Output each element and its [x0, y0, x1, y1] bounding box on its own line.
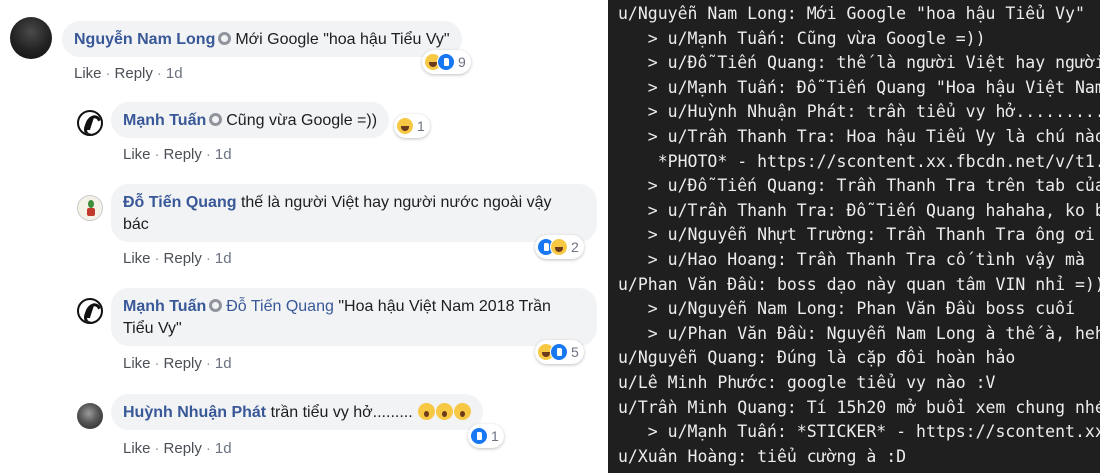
terminal-line: > u/Đỗ Tiến Quang: thế là người Việt hay… [647, 53, 1100, 73]
like-link[interactable]: Like [123, 355, 151, 372]
like-reaction-icon [437, 53, 455, 71]
reply-link[interactable]: Reply [115, 65, 153, 82]
comment-text: Cũng vừa Google =)) [226, 112, 378, 129]
avatar[interactable] [77, 298, 103, 324]
terminal-line: > u/Hao Hoang: Trần Thanh Tra cố tình vậ… [618, 250, 1085, 269]
reply-link[interactable]: Reply [164, 250, 202, 267]
terminal-line: u/Nguyễn Nam Long: Mới Google "hoa hậu T… [618, 4, 1085, 23]
reaction-count: 2 [571, 239, 579, 255]
comment-text: thế là người Việt hay người nước ngoài v… [240, 194, 552, 211]
comment-text-continued: Tiểu Vy" [123, 320, 182, 337]
comment-time[interactable]: 1d [215, 355, 232, 372]
comment-author[interactable]: Huỳnh Nhuận Phát [123, 404, 266, 421]
terminal-line: > u/Trần Thanh Tra: Đỗ Tiến Quang hahaha… [618, 200, 1100, 220]
terminal-line: > u/Mạnh Tuấn: *STICKER* - https://scont… [618, 422, 1100, 442]
terminal-line: u/Trần Minh Quang: Tí 15h20 mở buổi xem … [618, 397, 1100, 417]
reaction-summary[interactable]: 5 [535, 340, 584, 364]
comment-time[interactable]: 1d [215, 146, 232, 163]
terminal-line: > u/Phan Văn Đầu: Nguyễn Nam Long à thế … [618, 323, 1100, 343]
terminal-line: > u/Nguyễn Nhựt Trường: Trần Thanh Tra ô… [618, 225, 1095, 245]
haha-reaction-icon [396, 117, 414, 135]
terminal-line: *PHOTO* - https://scontent.xx.fbcdn.net/… [618, 151, 1100, 171]
haha-reaction-icon [550, 238, 568, 256]
comment-time[interactable]: 1d [215, 440, 232, 457]
comment-author[interactable]: Mạnh Tuấn [123, 112, 206, 129]
reaction-summary[interactable]: 1 [394, 114, 430, 138]
avatar[interactable] [77, 403, 103, 429]
comment-actions: Like · Reply · 1d [123, 355, 232, 372]
comment-bubble: Nguyễn Nam Long Mới Google "hoa hậu Tiểu … [62, 21, 462, 57]
reaction-count: 1 [491, 428, 499, 444]
avatar[interactable] [77, 110, 103, 136]
reply-link[interactable]: Reply [164, 355, 202, 372]
terminal-panel: u/Nguyễn Nam Long: Mới Google "hoa hậu T… [608, 0, 1100, 473]
avatar[interactable] [10, 17, 52, 59]
comment-bubble: Mạnh Tuấn Cũng vừa Google =)) [111, 102, 390, 138]
like-link[interactable]: Like [74, 65, 102, 82]
comment-bubble: Mạnh Tuấn Đỗ Tiến Quang "Hoa hậu Việt Nam… [111, 288, 597, 346]
terminal-line: u/Nguyễn Quang: Đúng là cặp đôi hoàn hảo [618, 348, 1016, 368]
like-link[interactable]: Like [123, 146, 151, 163]
terminal-line: > u/Nguyễn Nam Long: Phan Văn Đầu boss c… [618, 299, 1075, 319]
reaction-count: 5 [571, 344, 579, 360]
comment-thread: Nguyễn Nam Long Mới Google "hoa hậu Tiểu … [0, 0, 608, 473]
comment-author[interactable]: Đỗ Tiến Quang [123, 194, 236, 211]
reaction-summary[interactable]: 9 [422, 50, 471, 74]
wow-emoji-icon [436, 403, 454, 420]
top-fan-badge-icon [218, 32, 232, 45]
comment-text-continued: bác [123, 216, 149, 233]
terminal-line: > u/Mạnh Tuấn: Đỗ Tiến Quang "Hoa hậu Vi… [647, 77, 1100, 97]
terminal-line: u/Lê Minh Phước: google tiểu vy nào :V [618, 373, 996, 392]
comment-text: Mới Google "hoa hậu Tiểu Vy" [235, 31, 450, 48]
reaction-count: 1 [417, 118, 425, 134]
comment-actions: Like · Reply · 1d [123, 146, 232, 163]
reaction-summary[interactable]: 1 [468, 424, 504, 448]
comment-time[interactable]: 1d [215, 250, 232, 267]
top-fan-badge-icon [209, 299, 223, 312]
comment-actions: Like · Reply · 1d [123, 440, 232, 457]
terminal-line: u/Phan Văn Đầu: boss dạo này quan tâm VI… [618, 274, 1100, 294]
wow-emoji-icon [418, 403, 436, 420]
reply-link[interactable]: Reply [164, 440, 202, 457]
terminal-line: > u/Huỳnh Nhuận Phát: trần tiểu vy hở...… [618, 102, 1100, 122]
reaction-summary[interactable]: 2 [535, 235, 584, 259]
comment-actions: Like · Reply · 1d [74, 65, 183, 82]
terminal-line: > u/Mạnh Tuấn: Cũng vừa Google =)) [618, 28, 986, 48]
comment-author[interactable]: Nguyễn Nam Long [74, 31, 215, 48]
comment-text: trần tiểu vy hở......... [270, 404, 413, 421]
comment-author[interactable]: Mạnh Tuấn [123, 298, 206, 315]
comment-actions: Like · Reply · 1d [123, 250, 232, 267]
comment-bubble: Huỳnh Nhuận Phát trần tiểu vy hở........… [111, 394, 484, 430]
like-link[interactable]: Like [123, 440, 151, 457]
wow-emoji-icon [454, 403, 472, 420]
avatar[interactable] [77, 195, 103, 221]
terminal-line: u/Xuân Hoàng: tiểu cường à :D [618, 446, 907, 466]
comment-time[interactable]: 1d [166, 65, 183, 82]
like-link[interactable]: Like [123, 250, 151, 267]
reaction-count: 9 [458, 54, 466, 70]
top-fan-badge-icon [209, 113, 223, 126]
like-reaction-icon [470, 427, 488, 445]
reply-link[interactable]: Reply [164, 146, 202, 163]
comment-text: "Hoa hậu Việt Nam 2018 Trần [338, 298, 551, 315]
terminal-line: > u/Đỗ Tiến Quang: Trần Thanh Tra trên t… [618, 176, 1100, 196]
like-reaction-icon [550, 343, 568, 361]
mention-tag[interactable]: Đỗ Tiến Quang [226, 298, 334, 315]
comment-bubble: Đỗ Tiến Quang thế là người Việt hay ngườ… [111, 184, 597, 242]
terminal-line: > u/Trần Thanh Tra: Hoa hậu Tiểu Vy là c… [618, 127, 1100, 146]
